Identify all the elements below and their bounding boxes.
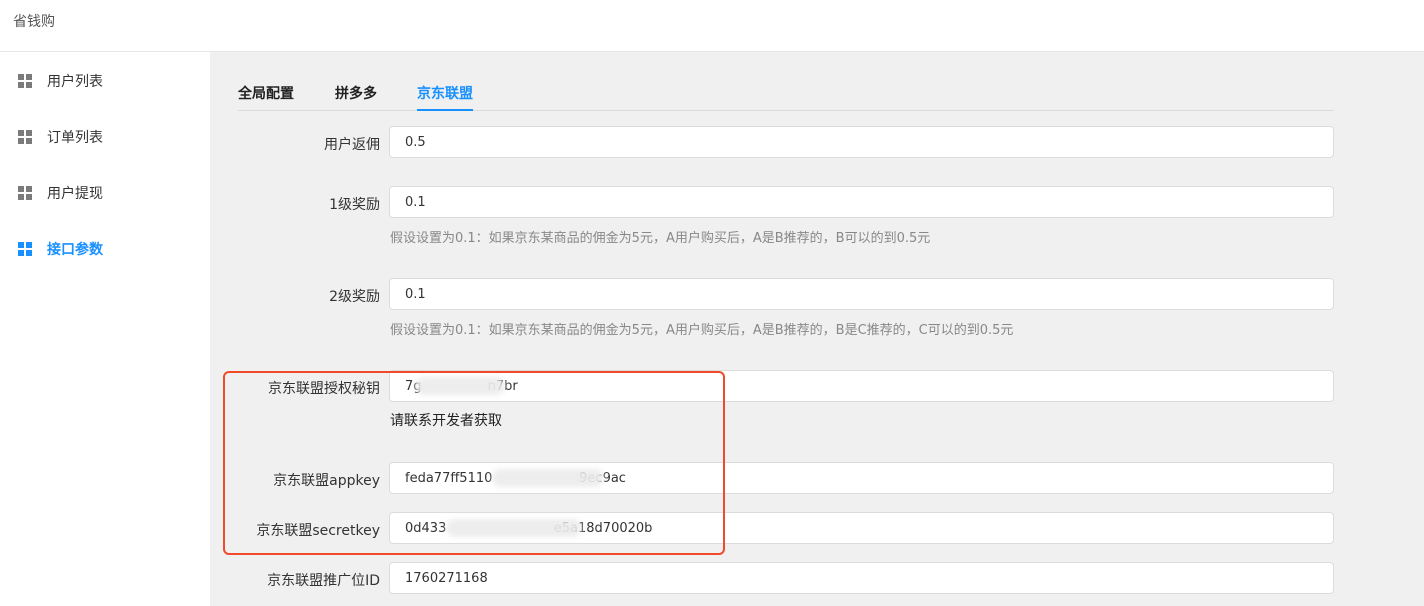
position-id-input[interactable] bbox=[389, 562, 1334, 594]
tab-global-config[interactable]: 全局配置 bbox=[238, 83, 294, 111]
grid-icon bbox=[18, 186, 32, 200]
top-bar: 省钱购 bbox=[0, 0, 1424, 52]
level2-reward-input[interactable] bbox=[389, 278, 1334, 310]
secretkey-label: 京东联盟secretkey bbox=[256, 523, 380, 539]
grid-icon bbox=[18, 242, 32, 256]
app-title: 省钱购 bbox=[13, 14, 55, 30]
sidebar-item-withdraw[interactable]: 用户提现 bbox=[18, 181, 103, 205]
appkey-label: 京东联盟appkey bbox=[273, 473, 380, 489]
sidebar-item-user-list[interactable]: 用户列表 bbox=[18, 69, 103, 93]
sidebar-item-label: 订单列表 bbox=[47, 130, 103, 146]
auth-key-input[interactable] bbox=[389, 370, 1334, 402]
tab-pinduoduo[interactable]: 拼多多 bbox=[335, 83, 377, 111]
sidebar-item-order-list[interactable]: 订单列表 bbox=[18, 125, 103, 149]
tab-bar: 全局配置 拼多多 京东联盟 bbox=[238, 72, 1334, 111]
user-rebate-input[interactable] bbox=[389, 126, 1334, 158]
redaction-blur bbox=[415, 377, 505, 395]
auth-key-label: 京东联盟授权秘钥 bbox=[268, 381, 380, 397]
auth-key-hint: 请联系开发者获取 bbox=[390, 413, 502, 429]
main-content: 全局配置 拼多多 京东联盟 用户返佣 1级奖励 假设设置为0.1：如果京东某商品… bbox=[210, 52, 1424, 606]
level1-reward-input[interactable] bbox=[389, 186, 1334, 218]
sidebar: 用户列表 订单列表 用户提现 接口参数 bbox=[0, 52, 210, 606]
sidebar-item-api-params[interactable]: 接口参数 bbox=[18, 237, 103, 261]
sidebar-item-label: 接口参数 bbox=[47, 242, 103, 258]
redaction-blur bbox=[492, 469, 604, 487]
sidebar-item-label: 用户列表 bbox=[47, 74, 103, 90]
tab-jd-union[interactable]: 京东联盟 bbox=[417, 83, 473, 111]
position-id-label: 京东联盟推广位ID bbox=[267, 573, 380, 589]
grid-icon bbox=[18, 130, 32, 144]
level2-reward-hint: 假设设置为0.1：如果京东某商品的佣金为5元，A用户购买后，A是B推荐的，B是C… bbox=[390, 323, 1014, 338]
grid-icon bbox=[18, 74, 32, 88]
level2-reward-label: 2级奖励 bbox=[329, 289, 380, 305]
level1-reward-label: 1级奖励 bbox=[329, 197, 380, 213]
level1-reward-hint: 假设设置为0.1：如果京东某商品的佣金为5元，A用户购买后，A是B推荐的，B可以… bbox=[390, 231, 931, 246]
sidebar-item-label: 用户提现 bbox=[47, 186, 103, 202]
user-rebate-label: 用户返佣 bbox=[324, 137, 380, 153]
redaction-blur bbox=[446, 519, 582, 537]
